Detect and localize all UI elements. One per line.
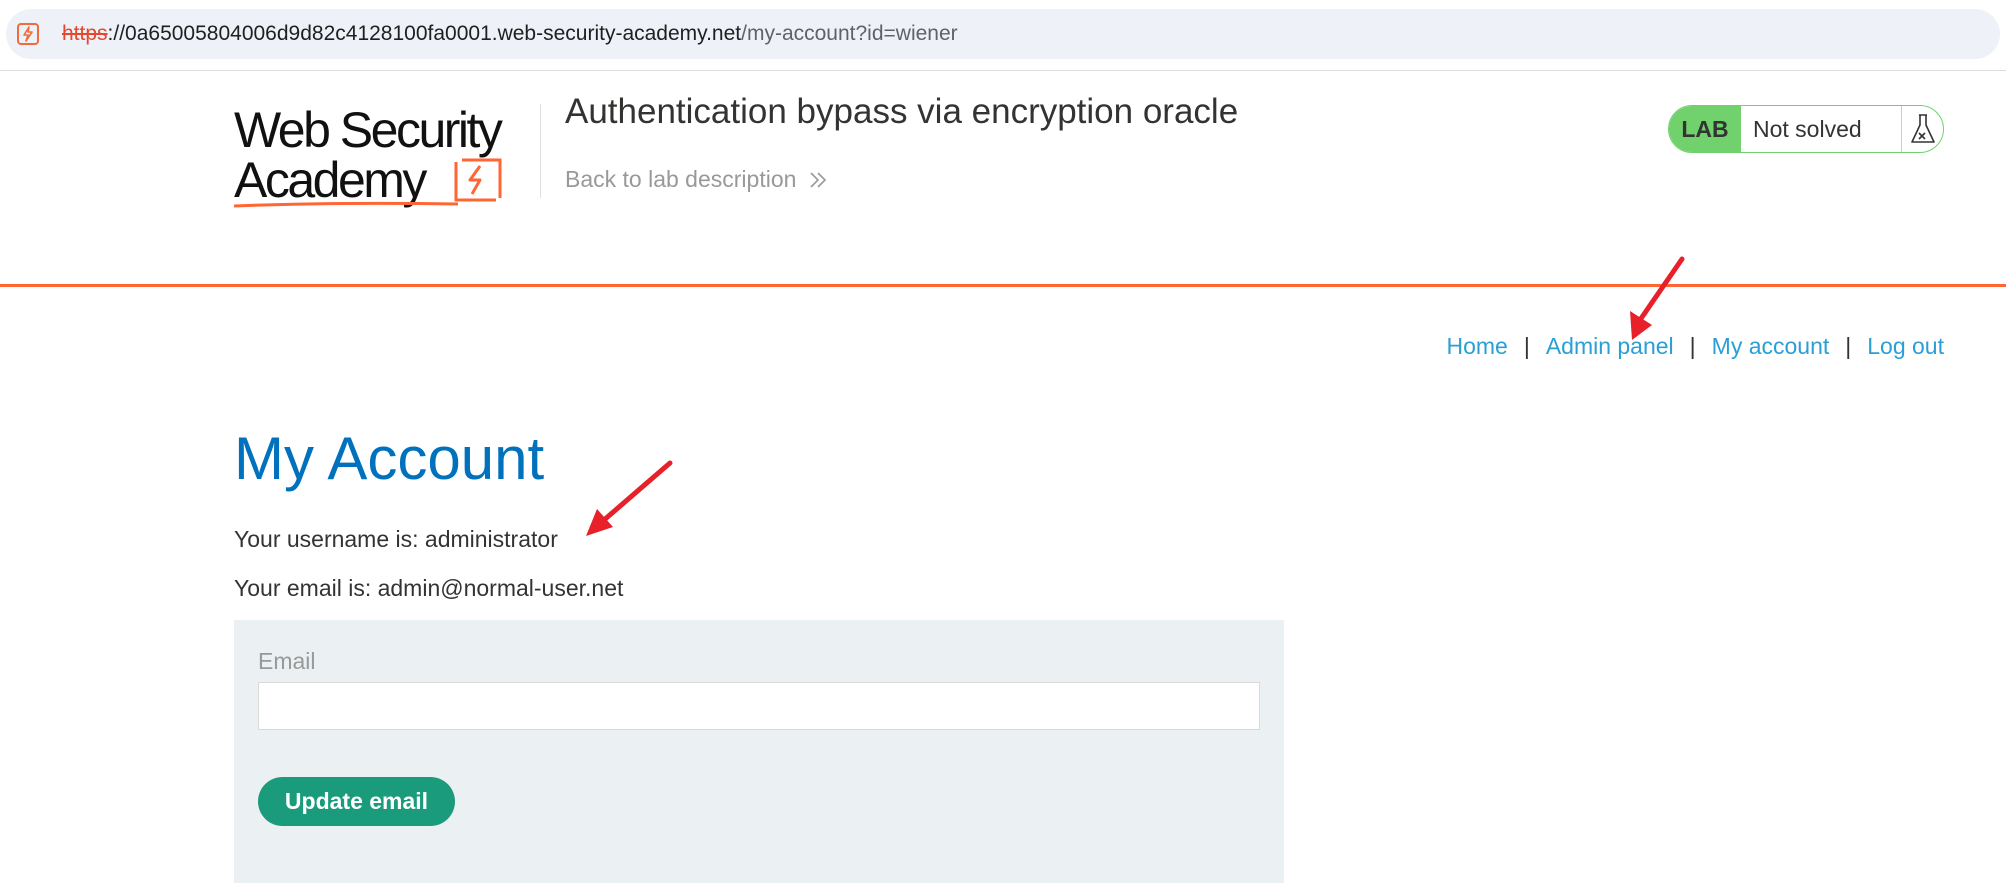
username-text: Your username is: administrator <box>234 526 558 552</box>
nav-home-link[interactable]: Home <box>1446 333 1507 360</box>
email-text: Your email is: admin@normal-user.net <box>234 575 624 601</box>
flask-icon <box>1910 114 1935 143</box>
lab-status-widget: LAB Not solved <box>1668 105 1944 153</box>
url-field[interactable]: https://0a65005804006d9d82c4128100fa0001… <box>6 9 2000 59</box>
back-link-label: Back to lab description <box>565 166 797 192</box>
logo-line2: Academy <box>234 152 427 208</box>
annotation-arrow-username <box>586 460 673 536</box>
header-divider <box>540 104 541 198</box>
nav-separator: | <box>1689 333 1696 359</box>
url-text[interactable]: https://0a65005804006d9d82c4128100fa0001… <box>62 9 958 59</box>
email-label: Email <box>258 648 316 674</box>
burp-lightning-icon[interactable] <box>16 22 40 46</box>
web-security-academy-logo[interactable]: Web Security Academy <box>233 100 538 212</box>
update-email-form: Email Update email <box>234 620 1284 883</box>
logo-lightning-icon <box>454 158 502 202</box>
browser-address-bar: https://0a65005804006d9d82c4128100fa0001… <box>0 0 2006 71</box>
header-rule <box>0 284 2006 287</box>
url-scheme: https <box>62 22 108 45</box>
double-chevron-right-icon <box>810 171 827 188</box>
url-path: /my-account?id=wiener <box>741 22 958 45</box>
update-email-button[interactable]: Update email <box>258 777 455 826</box>
logo-graphic: Web Security Academy <box>233 102 505 208</box>
logo-line1: Web Security <box>234 102 503 158</box>
nav-admin-panel-link[interactable]: Admin panel <box>1546 333 1674 360</box>
annotation-arrow-admin-panel <box>1630 256 1685 340</box>
nav-my-account-link[interactable]: My account <box>1712 333 1830 360</box>
page-title: My Account <box>234 425 545 492</box>
lab-badge: LAB <box>1669 106 1741 152</box>
lab-status-text: Not solved <box>1741 106 1902 152</box>
url-host: ://0a65005804006d9d82c4128100fa0001.web-… <box>107 22 742 45</box>
back-to-lab-description-link[interactable]: Back to lab description <box>565 166 828 193</box>
nav-log-out-link[interactable]: Log out <box>1867 333 1944 360</box>
lab-flask-button[interactable] <box>1902 106 1943 152</box>
email-input[interactable] <box>258 682 1260 730</box>
lab-title: Authentication bypass via encryption ora… <box>565 92 1239 131</box>
nav-separator: | <box>1523 333 1530 359</box>
nav-separator: | <box>1845 333 1852 359</box>
top-nav: Home | Admin panel | My account | Log ou… <box>1446 333 1944 360</box>
